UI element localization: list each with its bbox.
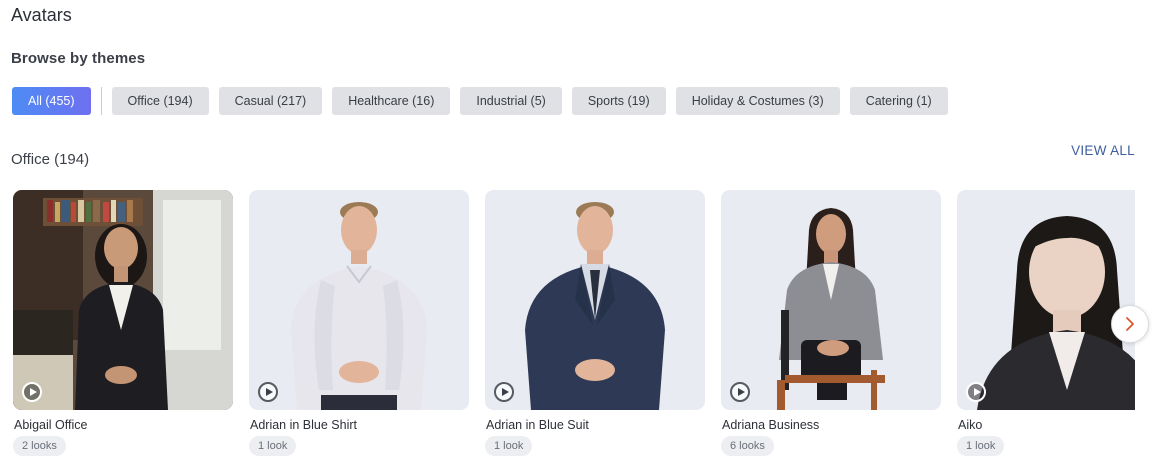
chip-divider xyxy=(100,87,102,115)
avatar-image-adrian-suit xyxy=(485,190,705,410)
avatar-name: Aiko xyxy=(958,418,983,432)
looks-badge: 1 look xyxy=(485,436,533,456)
page-title: Avatars xyxy=(11,5,72,25)
theme-chip-all[interactable]: All (455) xyxy=(12,87,91,115)
play-icon[interactable] xyxy=(258,382,278,402)
avatar-image-adrian-shirt xyxy=(249,190,469,410)
play-icon[interactable] xyxy=(730,382,750,402)
browse-themes-label: Browse by themes xyxy=(11,50,146,67)
avatar-card-aiko[interactable]: Aiko 1 look xyxy=(957,190,1135,456)
looks-badge: 6 looks xyxy=(721,436,774,456)
avatar-name: Adrian in Blue Suit xyxy=(486,418,589,432)
looks-badge: 2 looks xyxy=(13,436,66,456)
play-icon[interactable] xyxy=(22,382,42,402)
play-icon[interactable] xyxy=(494,382,514,402)
theme-chip-holiday-costumes[interactable]: Holiday & Costumes (3) xyxy=(675,87,840,115)
avatar-image-abigail xyxy=(13,190,233,410)
avatar-thumbnail[interactable] xyxy=(721,190,941,410)
avatar-card-adriana-business[interactable]: Adriana Business 6 looks xyxy=(721,190,941,456)
theme-chip-office[interactable]: Office (194) xyxy=(111,87,209,115)
theme-chip-industrial[interactable]: Industrial (5) xyxy=(460,87,562,115)
avatar-image-aiko xyxy=(957,190,1135,410)
avatar-carousel: Abigail Office 2 looks Adrian in Blue Sh… xyxy=(0,190,1135,474)
chevron-right-icon xyxy=(1126,317,1134,331)
theme-filter-bar: All (455) Office (194) Casual (217) Heal… xyxy=(12,87,958,115)
avatar-thumbnail[interactable] xyxy=(13,190,233,410)
group-title-office: Office (194) xyxy=(11,151,90,168)
play-icon[interactable] xyxy=(966,382,986,402)
theme-chip-sports[interactable]: Sports (19) xyxy=(571,87,666,115)
avatar-card-abigail-office[interactable]: Abigail Office 2 looks xyxy=(13,190,233,456)
avatar-name: Adrian in Blue Shirt xyxy=(250,418,358,432)
avatar-thumbnail[interactable] xyxy=(249,190,469,410)
theme-chip-casual[interactable]: Casual (217) xyxy=(218,87,323,115)
theme-chip-healthcare[interactable]: Healthcare (16) xyxy=(332,87,451,115)
avatar-card-adrian-blue-shirt[interactable]: Adrian in Blue Shirt 1 look xyxy=(249,190,469,456)
view-all-link[interactable]: VIEW ALL xyxy=(1071,143,1135,158)
avatar-card-adrian-blue-suit[interactable]: Adrian in Blue Suit 1 look xyxy=(485,190,705,456)
looks-badge: 1 look xyxy=(957,436,1005,456)
carousel-next-button[interactable] xyxy=(1111,305,1149,343)
avatar-thumbnail[interactable] xyxy=(957,190,1135,410)
avatar-name: Abigail Office xyxy=(14,418,88,432)
avatar-image-adriana xyxy=(721,190,941,410)
looks-badge: 1 look xyxy=(249,436,297,456)
avatar-thumbnail[interactable] xyxy=(485,190,705,410)
avatar-name: Adriana Business xyxy=(722,418,820,432)
theme-chip-catering[interactable]: Catering (1) xyxy=(849,87,948,115)
